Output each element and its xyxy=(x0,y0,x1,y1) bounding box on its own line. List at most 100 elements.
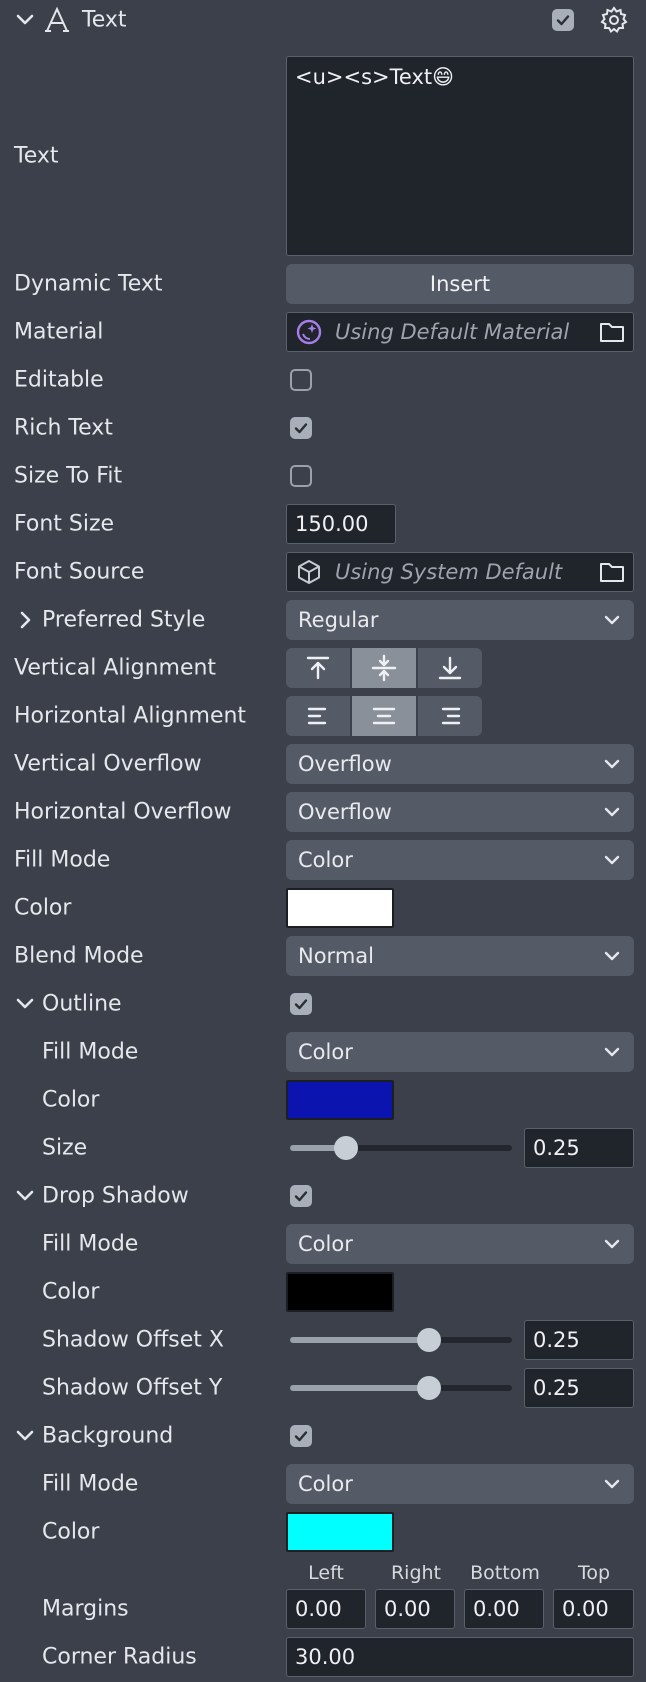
corner-radius-label: Corner Radius xyxy=(42,1644,197,1670)
vertical-overflow-dropdown[interactable]: Overflow xyxy=(286,744,634,784)
font-size-label: Font Size xyxy=(14,511,115,537)
drop-shadow-row[interactable]: Drop Shadow xyxy=(0,1176,646,1216)
insert-button[interactable]: Insert xyxy=(286,264,634,304)
outline-checkbox[interactable] xyxy=(290,993,312,1015)
outline-color-swatch[interactable] xyxy=(286,1080,394,1120)
outline-fill-mode-label: Fill Mode xyxy=(42,1039,139,1065)
outline-color-row: Color xyxy=(0,1080,646,1120)
margin-top-input[interactable]: 0.00 xyxy=(553,1589,634,1629)
preferred-style-dropdown[interactable]: Regular xyxy=(286,600,634,640)
collapse-chevron-icon[interactable] xyxy=(14,1425,36,1447)
align-bottom-icon xyxy=(438,656,462,680)
font-size-input[interactable]: 150.00 xyxy=(286,504,396,544)
slider-thumb[interactable] xyxy=(416,1328,441,1352)
fill-mode-dropdown[interactable]: Color xyxy=(286,840,634,880)
shadow-offset-x-input[interactable]: 0.25 xyxy=(524,1320,634,1360)
size-to-fit-label: Size To Fit xyxy=(14,463,123,489)
corner-radius-value: 30.00 xyxy=(295,1645,356,1669)
collapse-chevron-icon[interactable] xyxy=(14,1185,36,1207)
outline-color-label: Color xyxy=(42,1087,100,1113)
align-top-button[interactable] xyxy=(286,648,350,688)
slider-thumb[interactable] xyxy=(333,1136,358,1160)
slider-fill xyxy=(290,1385,429,1391)
background-color-swatch[interactable] xyxy=(286,1512,394,1552)
drop-shadow-fill-mode-label: Fill Mode xyxy=(42,1231,139,1257)
editable-row: Editable xyxy=(0,360,646,400)
background-label: Background xyxy=(42,1423,174,1449)
drop-shadow-fill-mode-row: Fill Mode Color xyxy=(0,1224,646,1264)
align-center-button[interactable] xyxy=(352,696,416,736)
outline-row[interactable]: Outline xyxy=(0,984,646,1024)
align-bottom-button[interactable] xyxy=(418,648,482,688)
margin-left-value: 0.00 xyxy=(295,1597,342,1621)
collapse-chevron-icon[interactable] xyxy=(14,9,36,31)
margin-bottom-input[interactable]: 0.00 xyxy=(464,1589,544,1629)
dynamic-text-label: Dynamic Text xyxy=(14,271,163,297)
shadow-offset-y-slider[interactable] xyxy=(290,1376,512,1400)
outline-size-input[interactable]: 0.25 xyxy=(524,1128,634,1168)
outline-size-row: Size 0.25 xyxy=(0,1128,646,1168)
drop-shadow-checkbox[interactable] xyxy=(290,1185,312,1207)
margin-left-input[interactable]: 0.00 xyxy=(286,1589,366,1629)
outline-size-slider[interactable] xyxy=(290,1136,512,1160)
material-field[interactable]: Using Default Material xyxy=(286,312,634,352)
editable-checkbox[interactable] xyxy=(290,369,312,391)
font-size-value: 150.00 xyxy=(295,512,369,536)
rich-text-checkbox[interactable] xyxy=(290,417,312,439)
shadow-offset-x-slider[interactable] xyxy=(290,1328,512,1352)
preferred-style-label: Preferred Style xyxy=(42,607,206,633)
gear-icon[interactable] xyxy=(600,6,628,34)
folder-icon[interactable] xyxy=(599,320,625,344)
size-to-fit-checkbox[interactable] xyxy=(290,465,312,487)
material-label: Material xyxy=(14,319,104,345)
horizontal-overflow-value: Overflow xyxy=(298,800,392,824)
fill-mode-row: Fill Mode Color xyxy=(0,840,646,880)
chevron-down-icon xyxy=(604,951,620,961)
background-fill-mode-dropdown[interactable]: Color xyxy=(286,1464,634,1504)
rich-text-label: Rich Text xyxy=(14,415,113,441)
collapse-chevron-icon[interactable] xyxy=(14,993,36,1015)
expand-chevron-right-icon[interactable] xyxy=(14,609,36,631)
font-source-field[interactable]: Using System Default xyxy=(286,552,634,592)
background-row[interactable]: Background xyxy=(0,1416,646,1456)
folder-icon[interactable] xyxy=(599,560,625,584)
margin-right-input[interactable]: 0.00 xyxy=(375,1589,455,1629)
drop-shadow-color-row: Color xyxy=(0,1272,646,1312)
dynamic-text-row: Dynamic Text Insert xyxy=(0,264,646,304)
outline-label: Outline xyxy=(42,991,122,1017)
text-input[interactable]: <u><s>Text😄 xyxy=(286,56,634,256)
outline-fill-mode-dropdown[interactable]: Color xyxy=(286,1032,634,1072)
vertical-overflow-row: Vertical Overflow Overflow xyxy=(0,744,646,784)
align-left-button[interactable] xyxy=(286,696,350,736)
horizontal-overflow-dropdown[interactable]: Overflow xyxy=(286,792,634,832)
drop-shadow-fill-mode-dropdown[interactable]: Color xyxy=(286,1224,634,1264)
outline-size-value: 0.25 xyxy=(533,1136,580,1160)
horizontal-alignment-row: Horizontal Alignment xyxy=(0,696,646,736)
horizontal-overflow-label: Horizontal Overflow xyxy=(14,799,232,825)
text-label: Text xyxy=(14,143,59,169)
background-checkbox[interactable] xyxy=(290,1425,312,1447)
corner-radius-input[interactable]: 30.00 xyxy=(286,1637,634,1677)
align-top-icon xyxy=(306,656,330,680)
color-row: Color xyxy=(0,888,646,928)
color-swatch[interactable] xyxy=(286,888,394,928)
margin-right-value: 0.00 xyxy=(384,1597,431,1621)
shadow-offset-y-input[interactable]: 0.25 xyxy=(524,1368,634,1408)
slider-thumb[interactable] xyxy=(416,1376,441,1400)
vertical-overflow-value: Overflow xyxy=(298,752,392,776)
drop-shadow-fill-mode-value: Color xyxy=(298,1232,353,1256)
component-header[interactable]: Text xyxy=(0,0,646,40)
blend-mode-dropdown[interactable]: Normal xyxy=(286,936,634,976)
shadow-offset-x-label: Shadow Offset X xyxy=(42,1327,224,1353)
drop-shadow-label: Drop Shadow xyxy=(42,1183,189,1209)
align-right-icon xyxy=(441,707,461,725)
align-right-button[interactable] xyxy=(418,696,482,736)
text-component-panel: Text Text <u><s>Text😄 Dynamic Text Inser… xyxy=(0,0,646,1682)
drop-shadow-color-swatch[interactable] xyxy=(286,1272,394,1312)
horizontal-alignment-label: Horizontal Alignment xyxy=(14,703,247,729)
horizontal-overflow-row: Horizontal Overflow Overflow xyxy=(0,792,646,832)
font-size-row: Font Size 150.00 xyxy=(0,504,646,544)
chevron-down-icon xyxy=(604,807,620,817)
align-middle-button[interactable] xyxy=(352,648,416,688)
component-enabled-checkbox[interactable] xyxy=(552,9,574,31)
